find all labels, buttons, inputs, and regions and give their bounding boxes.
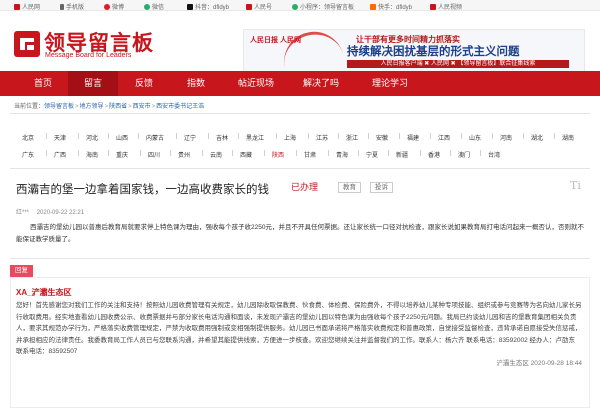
region-jiangsu[interactable]: 江苏 — [316, 133, 328, 142]
region-guizhou[interactable]: 贵州 — [178, 150, 190, 159]
region-guangdong[interactable]: 广东 — [22, 150, 34, 159]
region-beijing[interactable]: 北京 — [22, 133, 34, 142]
region-henan[interactable]: 河南 — [500, 133, 512, 142]
nav-item-solved[interactable]: 解决了吗 — [290, 71, 352, 96]
region-xinjiang[interactable]: 新疆 — [396, 150, 408, 159]
kuaishou-icon — [370, 3, 376, 10]
region-liaoning[interactable]: 辽宁 — [184, 133, 196, 142]
divider — [10, 168, 590, 169]
nav-item-index[interactable]: 指数 — [170, 71, 222, 96]
topbar-item-video[interactable]: 人民视频 — [430, 2, 462, 11]
weibo-icon — [104, 3, 110, 10]
divider — [10, 258, 590, 259]
reply-footer: 浐灞生态区 2020-09-28 18:44 — [496, 359, 582, 367]
region-aomen[interactable]: 澳门 — [458, 150, 470, 159]
region-gansu[interactable]: 甘肃 — [304, 150, 316, 159]
region-sichuan[interactable]: 四川 — [148, 150, 160, 159]
region-guangxi[interactable]: 广西 — [54, 150, 66, 159]
reply-body: 您好！首先感谢您对我们工作的关注和支持！按照幼儿园收费管理有关规定，幼儿园除收取… — [16, 300, 582, 369]
breadcrumb-link-board[interactable]: 领导留言板 — [44, 104, 74, 110]
message-title: 西灞吉的堡一边拿着国家钱，一边高收费家长的钱 — [16, 184, 269, 196]
breadcrumb-link-city[interactable]: 西安市 — [133, 104, 151, 110]
topbar-item-mobile[interactable]: 手机版 — [60, 2, 84, 11]
author-name: 红*** — [16, 210, 30, 216]
nav-item-theory[interactable]: 理论学习 — [352, 71, 428, 96]
top-utility-bar: 人民网 手机版 微博 微信 抖音：dfldyb 人民号 小程序：领导留言板 快手… — [0, 0, 600, 11]
message-time: 2020-09-22 22:21 — [36, 210, 85, 216]
region-fujian[interactable]: 福建 — [407, 133, 419, 142]
logo-icon[interactable] — [14, 31, 40, 57]
topbar-item-renminhao[interactable]: 人民号 — [246, 2, 272, 11]
region-neimenggu[interactable]: 内蒙古 — [146, 133, 164, 142]
region-yunnan[interactable]: 云南 — [210, 150, 222, 159]
logo-subtitle: Message Board for Leaders — [45, 52, 132, 59]
region-hunan[interactable]: 湖南 — [562, 133, 574, 142]
main-nav: 首页 留言 反馈 指数 帖近现场 解决了吗 理论学习 — [0, 71, 600, 96]
renminwang-icon — [14, 3, 20, 10]
message-body: 西灞吉的堡幼儿园以普惠后教育局就要求停上特色课为理由，强收每个孩子收2250元，… — [16, 224, 584, 243]
region-ningxia[interactable]: 宁夏 — [366, 150, 378, 159]
font-size-toggle-icon[interactable]: Ti — [570, 179, 581, 192]
region-zhejiang[interactable]: 浙江 — [346, 133, 358, 142]
breadcrumb-link-local-leaders[interactable]: 地方领导 — [80, 104, 104, 110]
nav-item-on-site[interactable]: 帖近现场 — [222, 71, 290, 96]
breadcrumb-link-province[interactable]: 陕西省 — [109, 104, 127, 110]
region-xizang[interactable]: 西藏 — [240, 150, 252, 159]
region-hubei[interactable]: 湖北 — [531, 133, 543, 142]
reply-org: XA_浐灞生态区 — [16, 288, 72, 297]
topbar-item-miniprogram[interactable]: 小程序：领导留言板 — [292, 2, 354, 11]
tag-complaint[interactable]: 投诉 — [370, 182, 393, 193]
topbar-item-renminwang[interactable]: 人民网 — [14, 2, 40, 11]
region-heilongjiang[interactable]: 黑龙江 — [246, 133, 264, 142]
phone-icon — [60, 3, 64, 10]
region-chongqing[interactable]: 重庆 — [116, 150, 128, 159]
douyin-icon — [187, 3, 193, 10]
reply-tag: 回复 — [10, 265, 33, 277]
region-hainan[interactable]: 海南 — [86, 150, 98, 159]
region-hebei[interactable]: 河北 — [86, 133, 98, 142]
nav-item-messages[interactable]: 留言 — [68, 71, 118, 96]
region-shanghai[interactable]: 上海 — [284, 133, 296, 142]
promo-banner[interactable]: 人民日报 人民网 让干部有更多时间精力抓落实 持续解决困扰基层的形式主义问题 人… — [243, 29, 585, 72]
renminhao-icon — [246, 3, 252, 10]
region-jilin[interactable]: 吉林 — [216, 133, 228, 142]
region-shandong[interactable]: 山东 — [469, 133, 481, 142]
banner-brand: 人民日报 人民网 — [250, 37, 301, 44]
breadcrumb: 当前位置：领导留言板>地方领导>陕西省>西安市>西安市委书记王浩 — [14, 104, 205, 110]
region-jiangxi[interactable]: 江西 — [438, 133, 450, 142]
message-meta: 红*** 2020-09-22 22:21 — [16, 207, 84, 216]
breadcrumb-link-leader[interactable]: 西安市委书记王浩 — [156, 104, 204, 110]
region-shaanxi[interactable]: 陕西 — [272, 150, 284, 159]
nav-item-home[interactable]: 首页 — [18, 71, 68, 96]
divider — [10, 113, 590, 114]
banner-line3: 人民日报客户端 ✖ 人民网 ✖ 【领导留言板】联合征集线索 — [347, 60, 569, 68]
region-shanxi[interactable]: 山西 — [116, 133, 128, 142]
region-tianjin[interactable]: 天津 — [54, 133, 66, 142]
topbar-item-wechat[interactable]: 微信 — [144, 2, 164, 11]
topbar-item-kuaishou[interactable]: 快手：dfldyb — [370, 2, 412, 11]
topbar-item-douyin[interactable]: 抖音：dfldyb — [187, 2, 229, 11]
wechat-icon — [144, 3, 150, 10]
status-badge: 已办理 — [291, 182, 319, 192]
miniprogram-icon — [292, 3, 298, 10]
banner-line2: 持续解决困扰基层的形式主义问题 — [347, 46, 520, 58]
nav-item-feedback[interactable]: 反馈 — [118, 71, 170, 96]
topbar-item-weibo[interactable]: 微博 — [104, 2, 124, 11]
tag-education[interactable]: 教育 — [338, 182, 361, 193]
site-header: 领导留言板 Message Board for Leaders 人民日报 人民网… — [0, 11, 600, 72]
video-icon — [430, 3, 436, 10]
region-taiwan[interactable]: 台湾 — [488, 150, 500, 159]
region-anhui[interactable]: 安徽 — [376, 133, 388, 142]
region-qinghai[interactable]: 青海 — [336, 150, 348, 159]
region-xianggang[interactable]: 香港 — [428, 150, 440, 159]
